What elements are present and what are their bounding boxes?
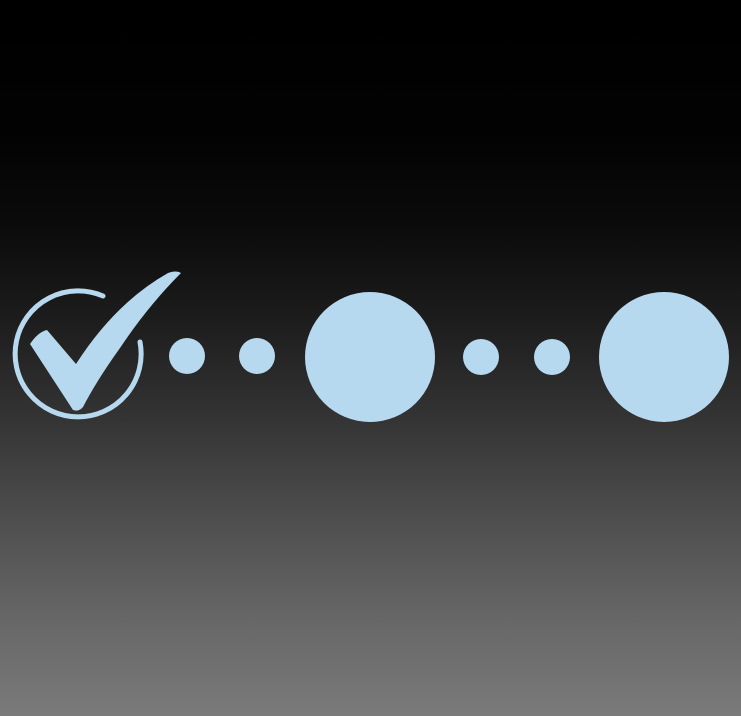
- check-mark: [30, 271, 181, 411]
- circle-icon: [305, 292, 435, 422]
- step-1-completed: [12, 271, 181, 420]
- step-progress-svg: [12, 271, 729, 422]
- dot-icon: [239, 338, 275, 374]
- dot-icon: [169, 338, 205, 374]
- connector-dots-2: [463, 339, 570, 375]
- step-3-pending: [599, 292, 729, 422]
- check-circle-icon: [12, 271, 181, 420]
- circle-icon: [599, 292, 729, 422]
- dot-icon: [534, 339, 570, 375]
- step-progress-graphic: [0, 0, 741, 716]
- step-2-pending: [305, 292, 435, 422]
- connector-dots-1: [169, 338, 275, 374]
- dot-icon: [463, 339, 499, 375]
